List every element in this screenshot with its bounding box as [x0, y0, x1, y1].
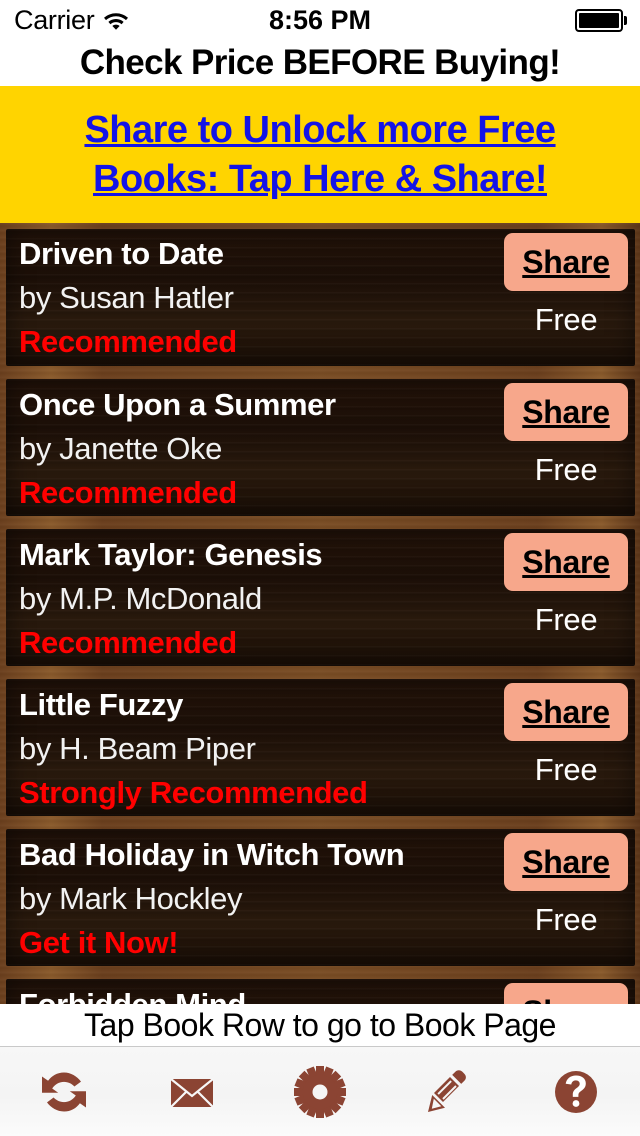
- help-button[interactable]: [512, 1047, 640, 1136]
- refresh-button[interactable]: [0, 1047, 128, 1136]
- book-recommendation: Recommended: [19, 324, 237, 360]
- refresh-icon: [38, 1066, 90, 1118]
- book-info: Little Fuzzy by H. Beam Piper Strongly R…: [19, 683, 499, 815]
- book-actions: Share Free: [504, 533, 628, 638]
- book-recommendation: Recommended: [19, 475, 237, 511]
- share-button[interactable]: Share: [504, 383, 628, 441]
- book-actions: Share Free: [504, 383, 628, 488]
- book-author: by Mark Hockley: [19, 881, 243, 917]
- app-screen: Carrier 8:56 PM Check Price BEFORE Buyin…: [0, 0, 640, 1136]
- page-title: Check Price BEFORE Buying!: [0, 40, 640, 86]
- book-recommendation: Strongly Recommended: [19, 775, 368, 811]
- book-author: by Susan Hatler: [19, 280, 234, 316]
- book-price: Free: [534, 302, 598, 337]
- share-button[interactable]: Share: [504, 233, 628, 291]
- book-price: Free: [534, 902, 598, 937]
- book-title: Little Fuzzy: [19, 687, 183, 722]
- book-info: Driven to Date by Susan Hatler Recommend…: [19, 232, 499, 364]
- table-row[interactable]: Bad Holiday in Witch Town by Mark Hockle…: [0, 823, 640, 973]
- book-info: Once Upon a Summer by Janette Oke Recomm…: [19, 383, 499, 515]
- book-price: Free: [534, 452, 598, 487]
- table-row[interactable]: Little Fuzzy by H. Beam Piper Strongly R…: [0, 673, 640, 823]
- book-author: by H. Beam Piper: [19, 731, 256, 767]
- table-row[interactable]: Driven to Date by Susan Hatler Recommend…: [0, 223, 640, 373]
- book-title: Once Upon a Summer: [19, 387, 336, 422]
- table-row[interactable]: Mark Taylor: Genesis by M.P. McDonald Re…: [0, 523, 640, 673]
- mail-icon: [166, 1066, 218, 1118]
- mail-button[interactable]: [128, 1047, 256, 1136]
- table-row[interactable]: Once Upon a Summer by Janette Oke Recomm…: [0, 373, 640, 523]
- pencil-icon: [421, 1065, 475, 1119]
- share-button[interactable]: Share: [504, 683, 628, 741]
- status-bar-clock: 8:56 PM: [268, 4, 372, 35]
- book-actions: Share Free: [504, 833, 628, 938]
- book-actions: Share Free: [504, 233, 628, 338]
- battery-icon: [575, 0, 627, 40]
- tap-hint-label: Tap Book Row to go to Book Page: [84, 1006, 556, 1043]
- book-title: Bad Holiday in Witch Town: [19, 837, 405, 872]
- status-bar: Carrier 8:56 PM: [0, 0, 640, 40]
- tap-hint-bar: Tap Book Row to go to Book Page: [0, 1004, 640, 1047]
- book-recommendation: Get it Now!: [19, 925, 179, 961]
- book-info: Bad Holiday in Witch Town by Mark Hockle…: [19, 833, 499, 965]
- book-title: Driven to Date: [19, 236, 224, 271]
- book-price: Free: [534, 752, 598, 787]
- book-author: by Janette Oke: [19, 431, 222, 467]
- book-actions: Share Free: [504, 683, 628, 788]
- settings-button[interactable]: [256, 1047, 384, 1136]
- book-list[interactable]: Driven to Date by Susan Hatler Recommend…: [0, 223, 640, 1046]
- book-title: Mark Taylor: Genesis: [19, 537, 323, 572]
- gear-icon: [293, 1065, 347, 1119]
- book-price: Free: [534, 602, 598, 637]
- share-button[interactable]: Share: [504, 833, 628, 891]
- bottom-toolbar: [0, 1047, 640, 1136]
- edit-button[interactable]: [384, 1047, 512, 1136]
- share-unlock-banner[interactable]: Share to Unlock more Free Books: Tap Her…: [0, 86, 640, 223]
- book-info: Mark Taylor: Genesis by M.P. McDonald Re…: [19, 533, 499, 665]
- help-icon: [549, 1065, 603, 1119]
- banner-line-1: Share to Unlock more Free: [84, 109, 556, 152]
- book-author: by M.P. McDonald: [19, 581, 262, 617]
- share-button[interactable]: Share: [504, 533, 628, 591]
- banner-line-2: Books: Tap Here & Share!: [93, 157, 547, 200]
- book-recommendation: Recommended: [19, 625, 237, 661]
